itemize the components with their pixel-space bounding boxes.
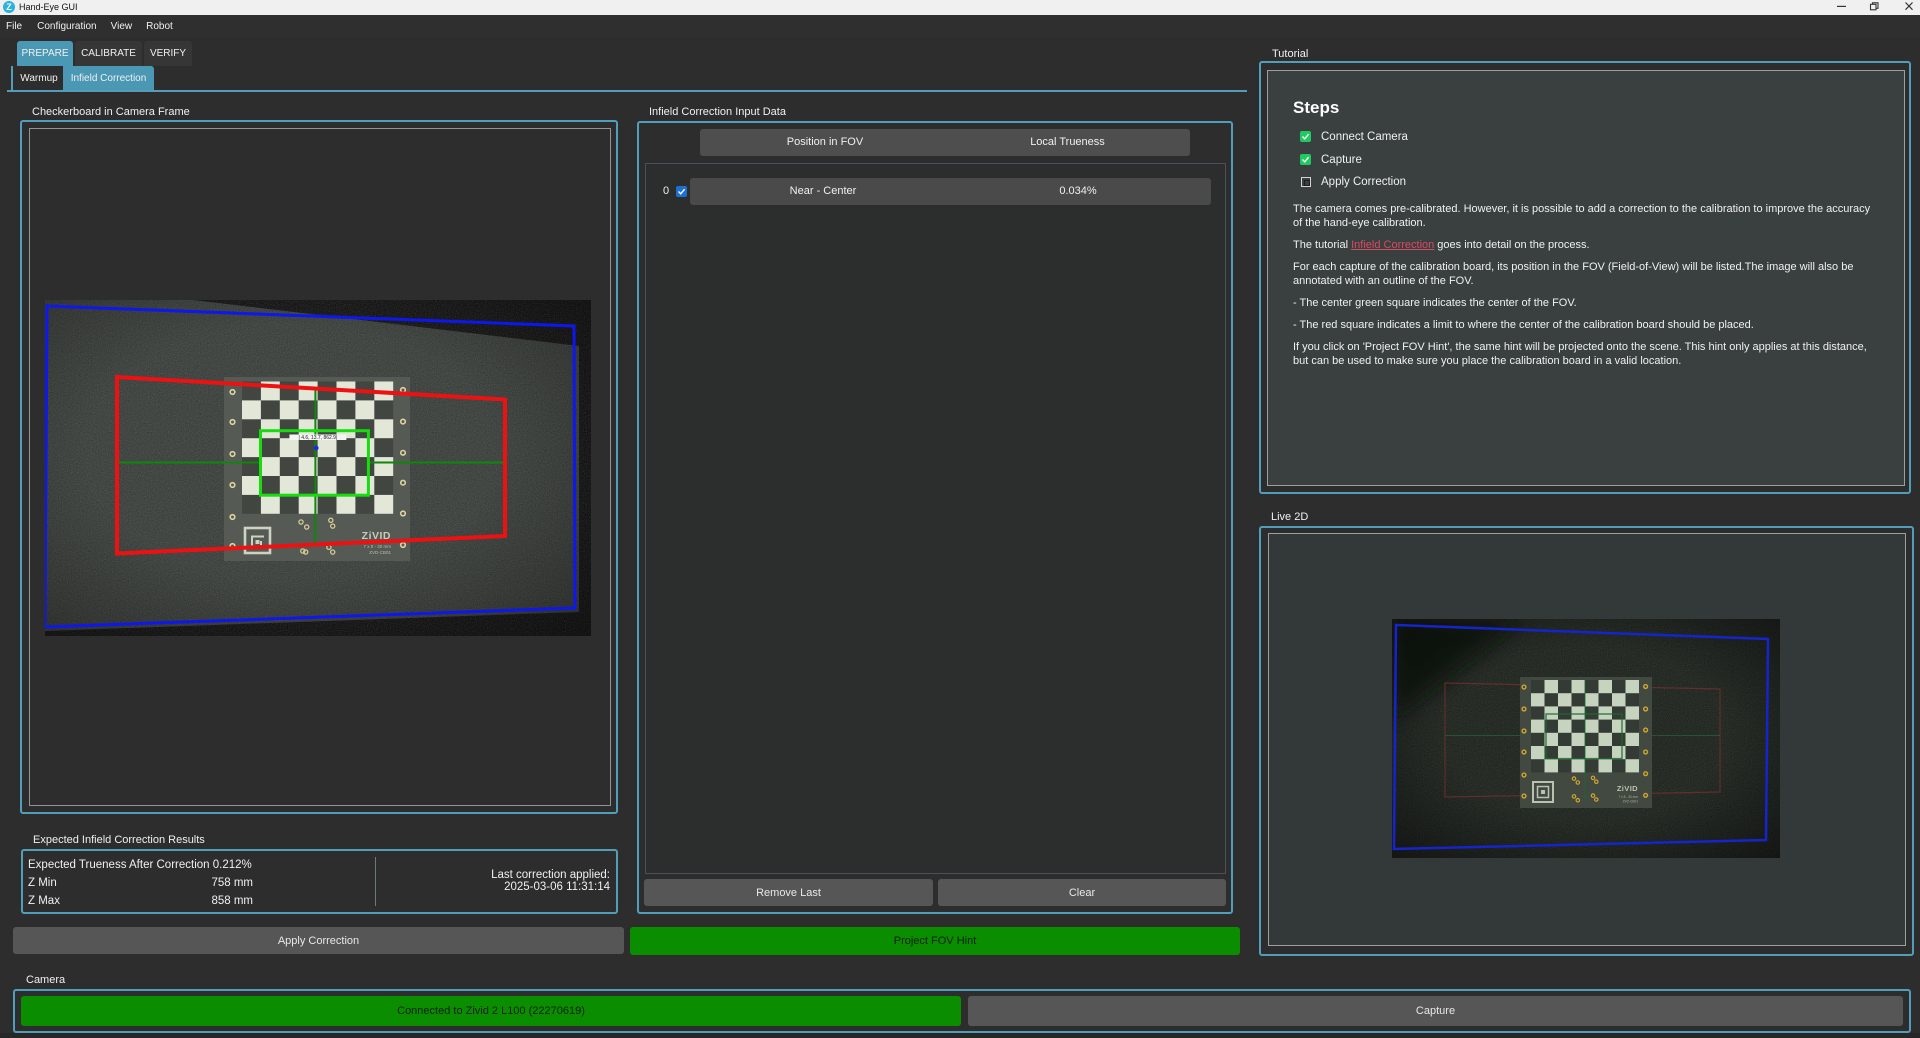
svg-text:ZiVID: ZiVID [1617, 784, 1638, 793]
svg-text:ZVD-CB01: ZVD-CB01 [1623, 800, 1639, 804]
svg-text:7 x 8 - 30 mm: 7 x 8 - 30 mm [1619, 795, 1639, 799]
svg-text:| 4.6, 13.7, 862.9|: | 4.6, 13.7, 862.9| [299, 435, 338, 441]
svg-text:7 x 8 - 30 mm: 7 x 8 - 30 mm [363, 544, 391, 549]
svg-text:ZVD-CB01: ZVD-CB01 [369, 550, 391, 555]
